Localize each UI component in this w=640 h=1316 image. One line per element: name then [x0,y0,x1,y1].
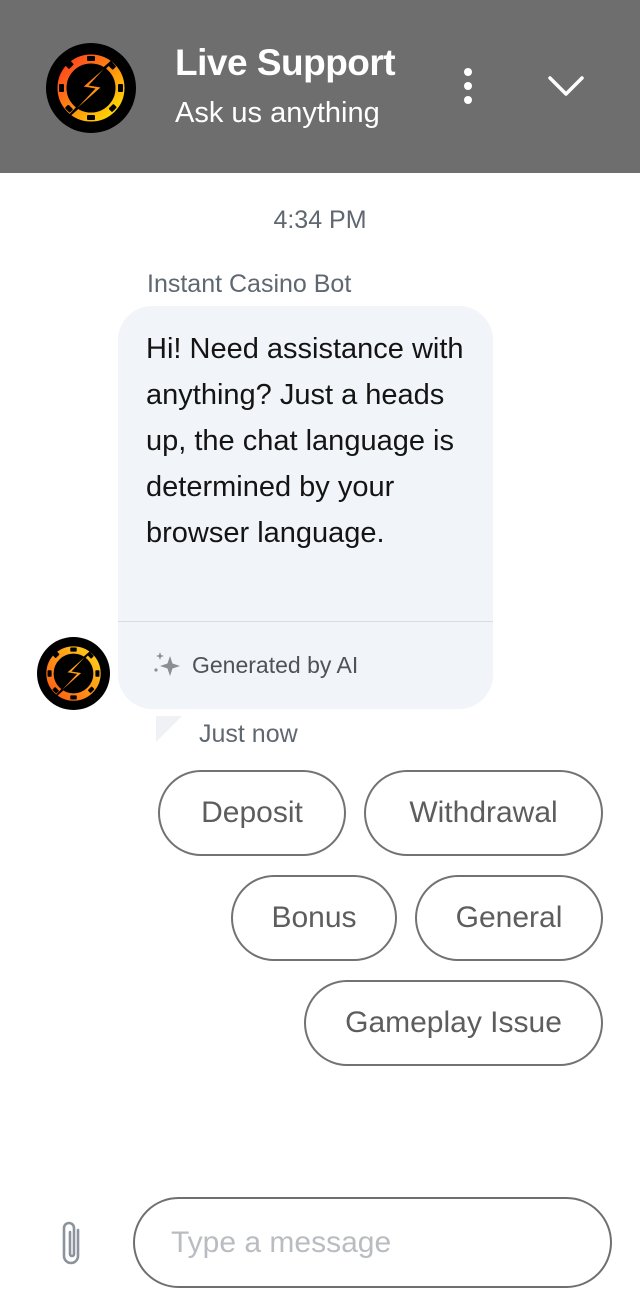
sparkles-icon [154,652,180,676]
brand-logo-icon [46,43,136,133]
ai-badge-label: Generated by AI [192,651,359,678]
conversation-timestamp: 4:34 PM [273,206,367,234]
chevron-down-icon [548,76,584,96]
quick-reply-general[interactable]: General [415,875,603,961]
quick-reply-deposit[interactable]: Deposit [158,770,346,856]
bot-avatar [37,637,110,710]
header-title: Live Support [175,42,396,83]
more-vertical-icon-dot [464,96,472,104]
quick-reply-withdrawal[interactable]: Withdrawal [364,770,603,856]
ai-generated-badge: Generated by AI [152,650,358,680]
bubble-tail [156,716,182,742]
chat-header: Live Support Ask us anything [0,0,640,173]
quick-reply-bonus[interactable]: Bonus [231,875,397,961]
bot-message-bubble: Hi! Need assistance with anything? Just … [118,306,493,709]
more-vertical-icon [464,68,472,76]
message-text: Hi! Need assistance with anything? Just … [146,333,464,549]
attach-file-button[interactable] [54,1218,90,1270]
more-vertical-icon-dot [464,82,472,90]
message-time: Just now [199,720,298,748]
header-subtitle: Ask us anything [175,97,380,129]
minimize-chat-button[interactable] [542,64,590,108]
live-support-chat-widget: Live Support Ask us anything 4:34 PM Ins… [0,0,640,1316]
lightning-casino-chip-logo-icon [37,637,110,710]
quick-reply-gameplay-issue[interactable]: Gameplay Issue [304,980,603,1066]
more-options-button[interactable] [452,64,484,108]
message-sender-name: Instant Casino Bot [147,270,352,298]
paperclip-icon [62,1221,80,1265]
bubble-divider [118,621,493,622]
message-input[interactable] [133,1197,612,1288]
